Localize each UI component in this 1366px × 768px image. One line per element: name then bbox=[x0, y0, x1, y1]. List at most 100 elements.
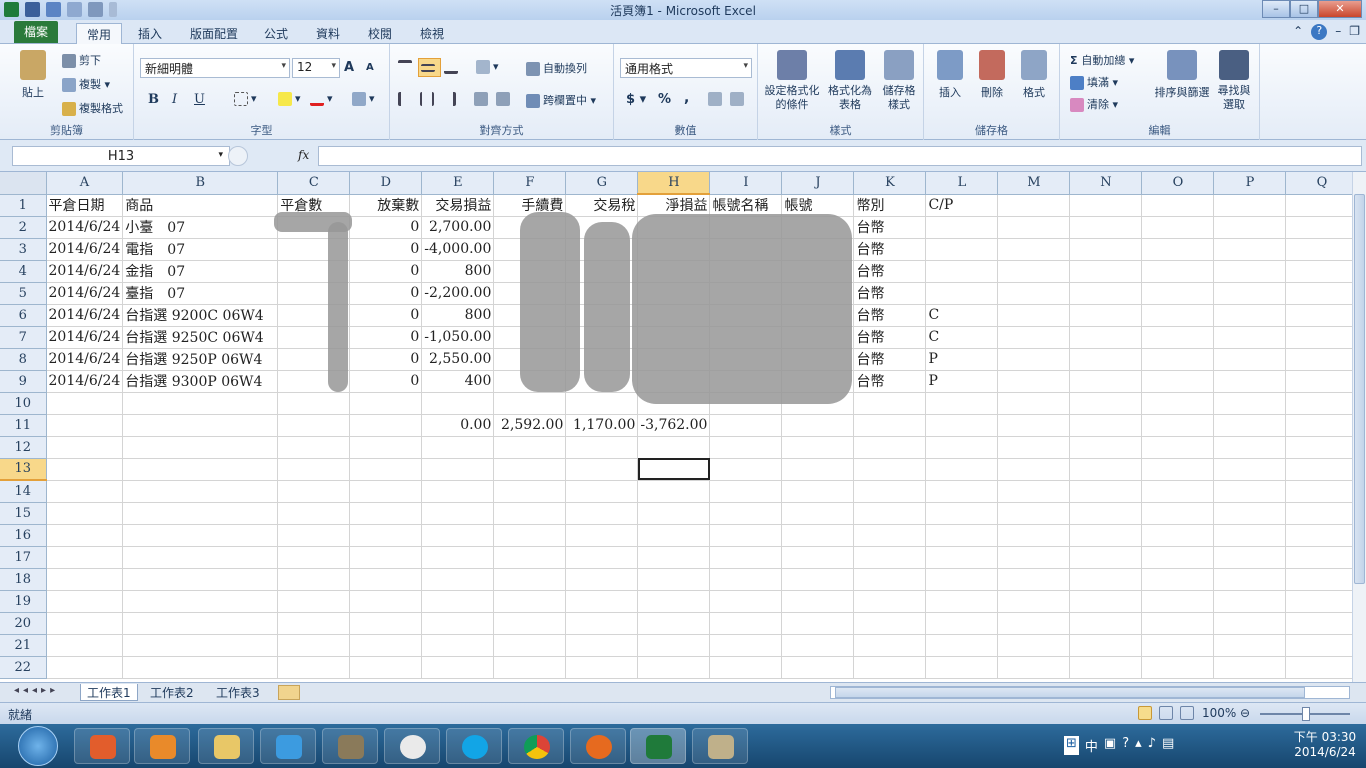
cell[interactable] bbox=[1213, 348, 1287, 371]
sheet-tab-3[interactable]: 工作表3 bbox=[210, 684, 266, 701]
cell[interactable] bbox=[997, 480, 1071, 503]
format-as-table-button[interactable]: 格式化為表格 bbox=[826, 50, 874, 112]
ime-mode[interactable]: 中 bbox=[1085, 736, 1098, 755]
cell[interactable]: -2,200.00 bbox=[421, 282, 495, 305]
cell[interactable] bbox=[122, 546, 279, 569]
cell[interactable]: 0.00 bbox=[421, 414, 495, 437]
maximize-button[interactable]: □ bbox=[1290, 0, 1318, 18]
horizontal-scrollbar[interactable] bbox=[830, 686, 1350, 699]
cell[interactable] bbox=[925, 612, 999, 635]
cell[interactable] bbox=[46, 612, 124, 635]
tab-page-layout[interactable]: 版面配置 bbox=[180, 23, 248, 44]
cell[interactable] bbox=[122, 568, 279, 591]
cell[interactable]: 2014/6/24 bbox=[46, 282, 124, 305]
cell[interactable] bbox=[997, 260, 1071, 283]
cell[interactable] bbox=[1069, 656, 1143, 679]
row-header[interactable]: 12 bbox=[0, 436, 47, 459]
cell[interactable] bbox=[493, 568, 567, 591]
cell[interactable]: 台幣 bbox=[853, 260, 927, 283]
normal-view-icon[interactable] bbox=[1138, 706, 1152, 720]
cell[interactable] bbox=[349, 546, 423, 569]
cell[interactable] bbox=[1069, 304, 1143, 327]
cell[interactable] bbox=[349, 634, 423, 657]
cell[interactable] bbox=[349, 568, 423, 591]
cell[interactable] bbox=[1285, 656, 1359, 679]
row-header[interactable]: 3 bbox=[0, 238, 47, 261]
cell[interactable]: 800 bbox=[421, 304, 495, 327]
cell[interactable] bbox=[493, 480, 567, 503]
merge-center-button[interactable]: 跨欄置中 ▾ bbox=[526, 92, 596, 108]
cell[interactable]: 0 bbox=[349, 348, 423, 371]
row-header[interactable]: 8 bbox=[0, 348, 47, 371]
cell[interactable] bbox=[1285, 414, 1359, 437]
cell[interactable] bbox=[277, 392, 351, 415]
cell[interactable] bbox=[997, 414, 1071, 437]
cell[interactable] bbox=[122, 502, 279, 525]
cell[interactable] bbox=[1285, 612, 1359, 635]
cell[interactable] bbox=[349, 656, 423, 679]
cell[interactable] bbox=[781, 656, 855, 679]
cell[interactable] bbox=[709, 546, 783, 569]
cell[interactable] bbox=[997, 238, 1071, 261]
cell[interactable] bbox=[997, 458, 1071, 481]
cell[interactable] bbox=[46, 480, 124, 503]
row-header[interactable]: 13 bbox=[0, 458, 47, 481]
cell[interactable]: 交易損益 bbox=[421, 194, 495, 217]
formula-input[interactable] bbox=[318, 146, 1362, 166]
cell[interactable] bbox=[122, 458, 279, 481]
help-icon[interactable]: ? bbox=[1311, 24, 1328, 40]
cell[interactable] bbox=[1285, 282, 1359, 305]
clock-date[interactable]: 2014/6/24 bbox=[1290, 745, 1360, 759]
column-header-h[interactable]: H bbox=[637, 172, 711, 195]
cell[interactable] bbox=[781, 480, 855, 503]
cell[interactable] bbox=[853, 436, 927, 459]
cell[interactable] bbox=[997, 502, 1071, 525]
cell[interactable] bbox=[493, 612, 567, 635]
cell[interactable] bbox=[925, 568, 999, 591]
cell[interactable] bbox=[277, 480, 351, 503]
cell[interactable] bbox=[1213, 458, 1287, 481]
cell[interactable] bbox=[122, 524, 279, 547]
cell[interactable] bbox=[1213, 546, 1287, 569]
cell[interactable] bbox=[925, 436, 999, 459]
cell[interactable] bbox=[1285, 194, 1359, 217]
cell[interactable] bbox=[493, 392, 567, 415]
cell[interactable] bbox=[277, 612, 351, 635]
cell[interactable] bbox=[925, 656, 999, 679]
cell[interactable] bbox=[46, 414, 124, 437]
cell[interactable]: 台指選 9200C 06W4 bbox=[122, 304, 279, 327]
cell[interactable] bbox=[1141, 480, 1215, 503]
taskbar-ie[interactable] bbox=[260, 728, 316, 764]
underline-button[interactable]: U bbox=[194, 92, 205, 107]
close-button[interactable]: ✕ bbox=[1318, 0, 1362, 18]
cell[interactable] bbox=[1069, 436, 1143, 459]
cell[interactable] bbox=[1285, 634, 1359, 657]
cell[interactable] bbox=[925, 634, 999, 657]
row-header[interactable]: 15 bbox=[0, 502, 47, 525]
cell[interactable] bbox=[349, 392, 423, 415]
cell[interactable] bbox=[925, 282, 999, 305]
cell[interactable] bbox=[421, 612, 495, 635]
cell[interactable] bbox=[637, 546, 711, 569]
column-header-l[interactable]: L bbox=[925, 172, 999, 195]
align-center-button[interactable] bbox=[420, 92, 437, 106]
align-right-button[interactable] bbox=[442, 92, 459, 106]
cell[interactable] bbox=[1141, 546, 1215, 569]
cell[interactable] bbox=[1141, 216, 1215, 239]
vertical-scroll-thumb[interactable] bbox=[1354, 194, 1365, 584]
cell[interactable]: 2,550.00 bbox=[421, 348, 495, 371]
cell[interactable] bbox=[46, 590, 124, 613]
cell[interactable]: 電指 07 bbox=[122, 238, 279, 261]
font-color-button[interactable]: ▾ bbox=[310, 92, 333, 106]
taskbar-excel[interactable] bbox=[630, 728, 686, 764]
cell[interactable] bbox=[565, 568, 639, 591]
cell[interactable] bbox=[781, 502, 855, 525]
cell[interactable] bbox=[997, 216, 1071, 239]
tray-icon[interactable]: ▣ bbox=[1104, 736, 1116, 755]
sheet-nav-arrows[interactable]: ◂◂◂▸▸ bbox=[14, 685, 59, 696]
decrease-indent-button[interactable] bbox=[474, 92, 491, 106]
cell[interactable] bbox=[1141, 524, 1215, 547]
cell[interactable]: 台指選 9250P 06W4 bbox=[122, 348, 279, 371]
cell[interactable] bbox=[277, 590, 351, 613]
cell[interactable]: -4,000.00 bbox=[421, 238, 495, 261]
